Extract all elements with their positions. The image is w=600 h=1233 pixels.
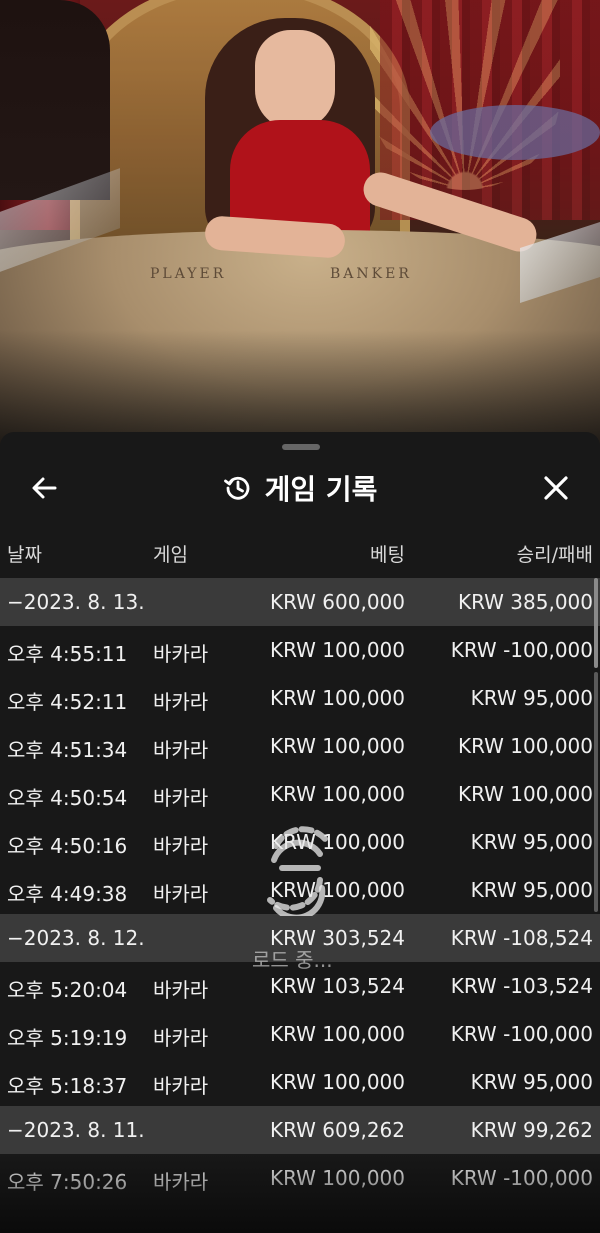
row-time: 오후 5:20:04: [7, 978, 128, 1002]
column-bet: 베팅: [370, 544, 405, 566]
group-date: −2023. 8. 12.: [7, 926, 145, 950]
history-row[interactable]: 오후 4:52:11 바카라 KRW 100,000 KRW 95,000: [0, 674, 600, 722]
row-game: 바카라: [153, 1074, 209, 1098]
row-result: KRW 95,000: [470, 830, 593, 854]
table-label-player: PLAYER: [150, 266, 227, 282]
table-label-banker: BANKER: [330, 266, 412, 282]
row-time: 오후 4:50:16: [7, 834, 128, 858]
row-result: KRW -100,000: [450, 638, 593, 662]
row-result: KRW -100,000: [450, 1022, 593, 1046]
column-date: 날짜: [7, 544, 42, 566]
group-date: −2023. 8. 11.: [7, 1118, 145, 1142]
scrollbar-thumb[interactable]: [594, 578, 598, 668]
dealer-face: [255, 30, 335, 130]
close-button[interactable]: [530, 464, 582, 512]
scrollbar-track: [594, 672, 598, 912]
drag-handle[interactable]: [282, 444, 320, 450]
row-result: KRW 95,000: [470, 686, 593, 710]
history-row[interactable]: 오후 4:50:54 바카라 KRW 100,000 KRW 100,000: [0, 770, 600, 818]
date-group-row[interactable]: −2023. 8. 13. KRW 600,000 KRW 385,000: [0, 578, 600, 626]
group-bet-total: KRW 609,262: [269, 1118, 405, 1142]
group-date: −2023. 8. 13.: [7, 590, 145, 614]
bottom-fade: [0, 1153, 600, 1233]
column-result: 승리/패배: [516, 544, 593, 566]
live-video: PLAYER BANKER: [0, 0, 600, 460]
page-title: 게임 기록: [264, 473, 378, 506]
row-bet: KRW 100,000: [269, 734, 405, 758]
row-game: 바카라: [153, 690, 209, 714]
history-row[interactable]: 오후 4:55:11 바카라 KRW 100,000 KRW -100,000: [0, 626, 600, 674]
history-icon: [223, 476, 249, 500]
row-game: 바카라: [153, 642, 209, 666]
history-row[interactable]: 오후 5:18:37 바카라 KRW 100,000 KRW 95,000: [0, 1058, 600, 1106]
loading-text: 로드 중...: [252, 948, 333, 972]
row-time: 오후 4:50:54: [7, 786, 128, 810]
sheet-header: 게임 기록: [0, 458, 600, 518]
table-header: 날짜 게임 베팅 승리/패배: [0, 536, 600, 570]
row-bet: KRW 103,524: [269, 974, 405, 998]
row-time: 오후 5:19:19: [7, 1026, 128, 1050]
history-row[interactable]: 오후 5:19:19 바카라 KRW 100,000 KRW -100,000: [0, 1010, 600, 1058]
row-bet: KRW 100,000: [269, 686, 405, 710]
row-result: KRW 95,000: [470, 1070, 593, 1094]
group-bet-total: KRW 600,000: [269, 590, 405, 614]
row-bet: KRW 100,000: [269, 1070, 405, 1094]
row-result: KRW 95,000: [470, 878, 593, 902]
row-time: 오후 4:49:38: [7, 882, 128, 906]
sheet-title-group: 게임 기록: [0, 464, 600, 512]
row-game: 바카라: [153, 1026, 209, 1050]
row-bet: KRW 100,000: [269, 638, 405, 662]
column-game: 게임: [153, 544, 188, 566]
background-table: [430, 105, 600, 160]
row-game: 바카라: [153, 738, 209, 762]
row-result: KRW 100,000: [457, 734, 593, 758]
row-game: 바카라: [153, 882, 209, 906]
row-time: 오후 4:51:34: [7, 738, 128, 762]
group-result-total: KRW 385,000: [457, 590, 593, 614]
group-result-total: KRW 99,262: [470, 1118, 593, 1142]
history-row[interactable]: 오후 4:51:34 바카라 KRW 100,000 KRW 100,000: [0, 722, 600, 770]
row-time: 오후 5:18:37: [7, 1074, 128, 1098]
loading-spinner-icon: [267, 826, 329, 916]
row-result: KRW 100,000: [457, 782, 593, 806]
row-bet: KRW 100,000: [269, 782, 405, 806]
group-result-total: KRW -108,524: [450, 926, 593, 950]
close-icon: [544, 476, 568, 500]
row-game: 바카라: [153, 834, 209, 858]
row-game: 바카라: [153, 786, 209, 810]
row-bet: KRW 100,000: [269, 1022, 405, 1046]
row-time: 오후 4:52:11: [7, 690, 128, 714]
row-time: 오후 4:55:11: [7, 642, 128, 666]
date-group-row[interactable]: −2023. 8. 11. KRW 609,262 KRW 99,262: [0, 1106, 600, 1154]
background-dealer: [0, 0, 110, 200]
row-game: 바카라: [153, 978, 209, 1002]
row-result: KRW -103,524: [450, 974, 593, 998]
